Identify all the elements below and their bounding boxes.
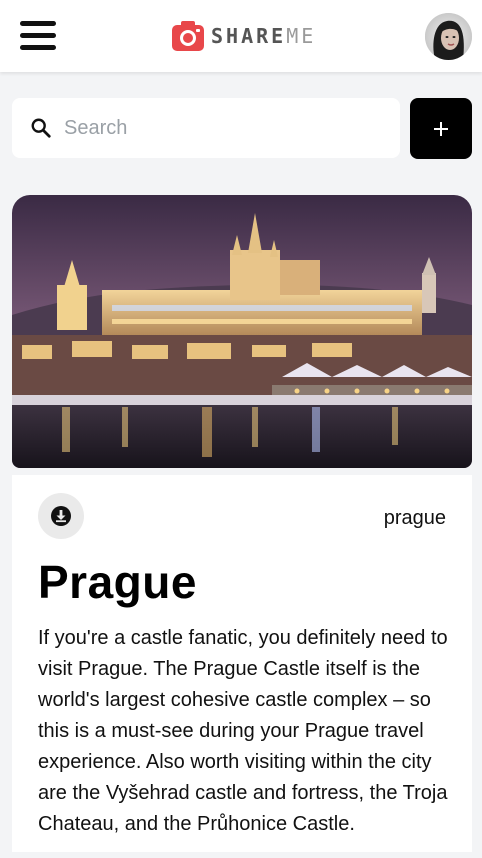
download-icon: [51, 506, 71, 526]
menu-line: [20, 21, 56, 26]
pin-image[interactable]: [12, 195, 472, 468]
download-button[interactable]: [38, 493, 84, 539]
prague-castle-photo: [12, 195, 472, 468]
page-bottom-edge: [0, 852, 482, 858]
pin-description: If you're a castle fanatic, you definite…: [38, 627, 448, 835]
pin-detail-card: prague Prague If you're a castle fanatic…: [12, 475, 472, 858]
plus-icon: [434, 121, 448, 136]
menu-line: [20, 33, 56, 38]
avatar-image: [425, 13, 472, 60]
shareme-logo[interactable]: SHAREME: [172, 20, 316, 52]
search-bar[interactable]: [12, 98, 400, 158]
logo-text-light: ME: [286, 24, 317, 48]
search-input[interactable]: [64, 116, 384, 140]
logo-text-dark: SHARE: [211, 24, 287, 48]
menu-line: [20, 45, 56, 50]
user-avatar[interactable]: [425, 13, 472, 60]
search-icon: [31, 118, 51, 138]
pin-title: Prague: [38, 556, 197, 608]
add-pin-button[interactable]: [410, 98, 472, 159]
camera-icon: [172, 21, 204, 51]
logo-wordmark: SHAREME: [211, 24, 316, 48]
top-navigation-bar: SHAREME: [0, 0, 482, 72]
hamburger-menu-icon[interactable]: [20, 20, 56, 52]
destination-link[interactable]: prague: [384, 507, 446, 530]
